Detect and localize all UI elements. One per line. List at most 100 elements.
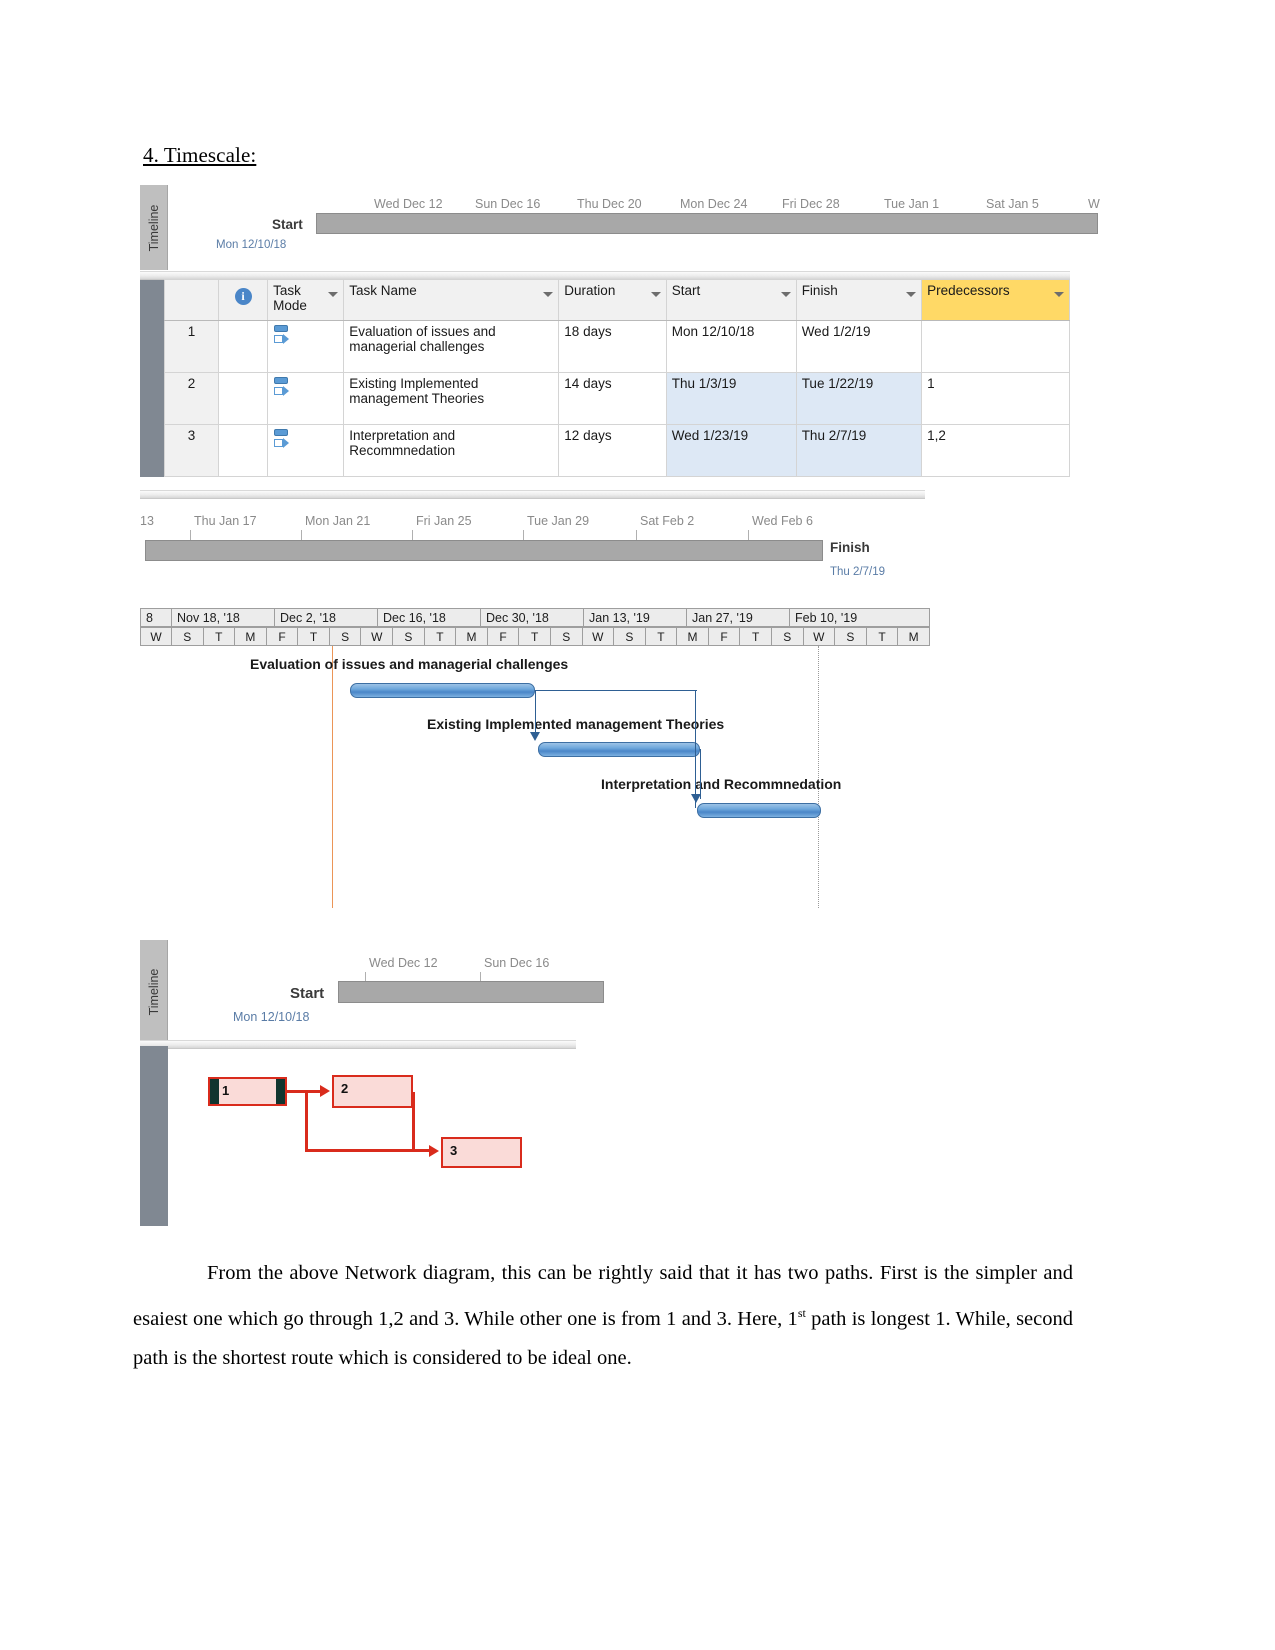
gantt-day-cell[interactable]: T (424, 627, 457, 646)
gantt-day-cell[interactable]: M (456, 627, 488, 646)
timeline-span-bar[interactable] (145, 540, 823, 561)
gantt-day-cell[interactable]: W (140, 627, 172, 646)
gantt-day-cell[interactable]: M (677, 627, 709, 646)
gantt-bar-area: Evaluation of issues and managerial chal… (140, 646, 930, 908)
gantt-day-cell[interactable]: T (645, 627, 678, 646)
timeline-tick-label: Wed Dec 12 (374, 197, 443, 211)
gantt-bar-task-1[interactable] (350, 683, 535, 698)
row-duration[interactable]: 18 days (558, 320, 667, 373)
gantt-day-cell[interactable]: S (171, 627, 204, 646)
row-start[interactable]: Thu 1/3/19 (665, 372, 797, 425)
gantt-day-cell[interactable]: F (266, 627, 299, 646)
gantt-day-cell[interactable]: W (361, 627, 394, 646)
gantt-day-cell[interactable]: S (614, 627, 646, 646)
gantt-day-cell[interactable]: S (329, 627, 362, 646)
gantt-day-cell[interactable]: S (550, 627, 583, 646)
row-task-name[interactable]: Evaluation of issues and managerial chal… (343, 320, 560, 373)
row-start[interactable]: Wed 1/23/19 (665, 424, 797, 477)
gantt-week-cell[interactable]: Feb 10, '19 (790, 608, 930, 627)
gantt-day-cell[interactable]: S (835, 627, 867, 646)
pane-divider[interactable] (140, 490, 925, 499)
gantt-bar-task-2[interactable] (538, 742, 700, 757)
gantt-week-cell[interactable]: Dec 16, '18 (378, 608, 481, 627)
row-predecessors[interactable]: 1,2 (921, 424, 1070, 477)
row-task-name[interactable]: Interpretation and Recommnedation (343, 424, 560, 477)
network-node-2[interactable]: 2 (332, 1075, 413, 1108)
start-header-label: Start (671, 283, 701, 298)
gantt-bar-task-3[interactable] (697, 803, 821, 818)
table-row[interactable]: 3 Interpretation and Recommnedation 12 d… (140, 424, 1070, 477)
gantt-day-cell[interactable]: S (393, 627, 425, 646)
timeline-tick-label: Sun Dec 16 (475, 197, 541, 211)
chevron-down-icon[interactable] (543, 292, 554, 297)
row-finish[interactable]: Wed 1/2/19 (795, 320, 923, 373)
gantt-week-cell[interactable]: 8 (140, 608, 172, 627)
gantt-day-cell[interactable]: F (487, 627, 520, 646)
timeline-leading-label: 13 (140, 514, 154, 528)
chevron-down-icon[interactable] (780, 292, 791, 297)
table-row[interactable]: 2 Existing Implemented management Theori… (140, 372, 1070, 425)
gantt-day-cell[interactable]: F (708, 627, 741, 646)
gantt-link-arrow (530, 732, 540, 741)
timeline-sidebar: Timeline (140, 185, 168, 270)
chevron-down-icon[interactable] (1054, 292, 1064, 297)
row-duration[interactable]: 14 days (558, 372, 667, 425)
row-task-name[interactable]: Existing Implemented management Theories (343, 372, 560, 425)
row-indicator[interactable] (217, 372, 269, 425)
task-name-header-label: Task Name (349, 283, 417, 298)
gantt-day-cell[interactable]: T (203, 627, 236, 646)
task-name-column-header[interactable]: Task Name (343, 279, 560, 321)
gantt-day-cell[interactable]: T (298, 627, 330, 646)
gantt-week-cell[interactable]: Jan 13, '19 (584, 608, 687, 627)
predecessors-column-header[interactable]: Predecessors (921, 279, 1070, 321)
timeline-sidebar-label: Timeline (146, 968, 161, 1016)
gantt-day-cell[interactable]: W (803, 627, 836, 646)
gantt-week-cell[interactable]: Nov 18, '18 (172, 608, 275, 627)
row-indicator[interactable] (217, 424, 269, 477)
duration-column-header[interactable]: Duration (558, 279, 667, 321)
row-task-mode[interactable] (267, 320, 345, 373)
network-node-3[interactable]: 3 (441, 1137, 522, 1168)
gantt-day-cell[interactable]: T (740, 627, 772, 646)
row-id: 1 (164, 320, 219, 373)
table-row[interactable]: 1 Evaluation of issues and managerial ch… (140, 320, 1070, 373)
finish-column-header[interactable]: Finish (795, 279, 923, 321)
network-node-1[interactable]: 1 (208, 1077, 287, 1106)
auto-scheduled-icon (273, 324, 291, 346)
critical-marker-left (210, 1079, 219, 1104)
network-link-arrow (320, 1085, 330, 1097)
row-task-mode[interactable] (267, 372, 345, 425)
gantt-day-cell[interactable]: W (582, 627, 615, 646)
timeline-span-bar[interactable] (316, 213, 1098, 234)
timeline-body: Wed Dec 12 Sun Dec 16 Thu Dec 20 Mon Dec… (168, 185, 1100, 270)
row-predecessors[interactable]: 1 (921, 372, 1070, 425)
gantt-day-cell[interactable]: S (771, 627, 804, 646)
timeline-span-bar[interactable] (338, 981, 604, 1003)
start-column-header[interactable]: Start (665, 279, 797, 321)
chevron-down-icon[interactable] (906, 292, 917, 297)
row-predecessors[interactable] (921, 320, 1070, 373)
row-start[interactable]: Mon 12/10/18 (665, 320, 797, 373)
indicators-column-header[interactable]: i (217, 279, 269, 321)
row-duration[interactable]: 12 days (558, 424, 667, 477)
gantt-day-cell[interactable]: M (898, 627, 930, 646)
gantt-day-cell[interactable]: T (519, 627, 551, 646)
row-finish[interactable]: Tue 1/22/19 (795, 372, 923, 425)
gantt-day-cell[interactable]: T (866, 627, 899, 646)
gantt-day-cell[interactable]: M (235, 627, 267, 646)
gantt-link-arrow (691, 794, 701, 803)
timeline-tick-label: Mon Dec 24 (680, 197, 748, 211)
chevron-down-icon[interactable] (650, 292, 661, 297)
chevron-down-icon[interactable] (328, 292, 339, 297)
row-finish[interactable]: Thu 2/7/19 (795, 424, 923, 477)
task-mode-column-header[interactable]: Task Mode (267, 279, 345, 321)
row-gutter (140, 424, 165, 477)
timeline-body: Wed Dec 12 Sun Dec 16 Start Mon 12/10/18 (168, 940, 720, 1044)
row-id: 2 (164, 372, 219, 425)
row-task-mode[interactable] (267, 424, 345, 477)
gantt-week-cell[interactable]: Dec 2, '18 (275, 608, 378, 627)
row-indicator[interactable] (217, 320, 269, 373)
timeline-tick-label: Fri Dec 28 (782, 197, 840, 211)
gantt-week-cell[interactable]: Dec 30, '18 (481, 608, 584, 627)
gantt-week-cell[interactable]: Jan 27, '19 (687, 608, 790, 627)
